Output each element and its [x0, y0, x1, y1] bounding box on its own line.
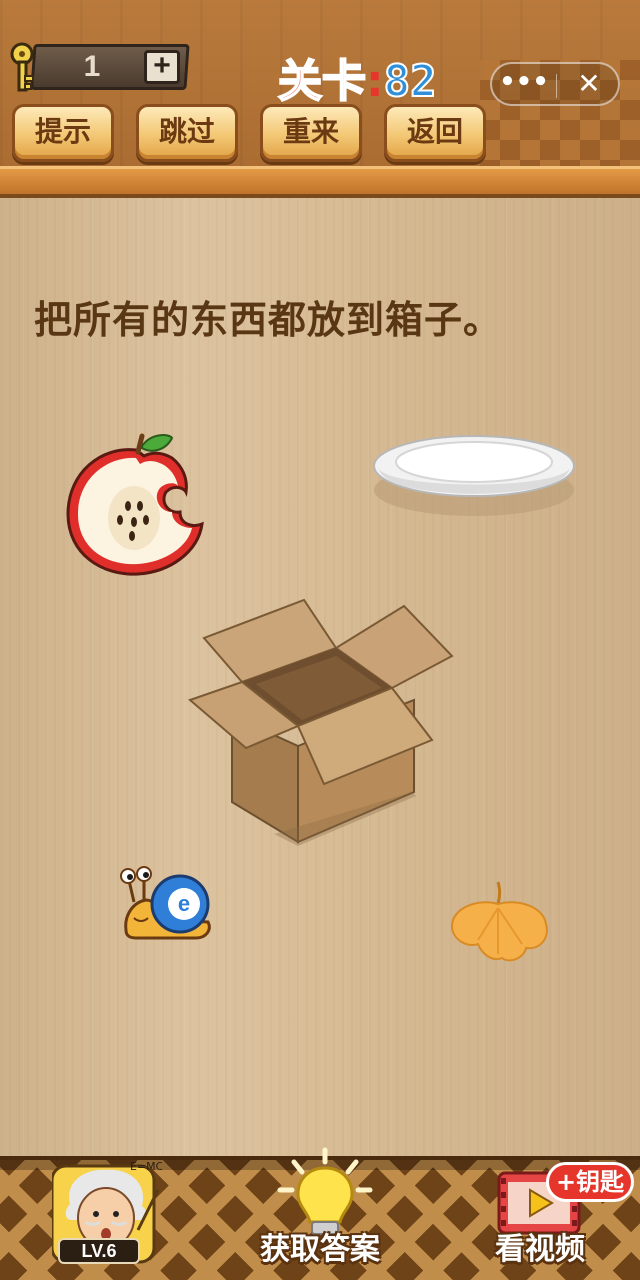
- key-reward-badge: +钥匙: [546, 1162, 634, 1202]
- level-colon: :: [366, 56, 384, 107]
- watch-video-button[interactable]: 看视频: [478, 1230, 602, 1270]
- key-icon: [10, 42, 34, 92]
- level-text: 关卡: [277, 55, 367, 108]
- formula-text: E=MC²: [130, 1160, 162, 1173]
- hint-button[interactable]: 提示: [12, 104, 114, 162]
- key-count: 1: [83, 50, 101, 83]
- add-key-button[interactable]: +: [144, 50, 180, 84]
- puzzle-question: 把所有的东西都放到箱子。: [34, 298, 503, 342]
- capsule-divider: [556, 74, 557, 98]
- svg-text:e: e: [178, 891, 190, 916]
- snail[interactable]: e: [120, 864, 214, 944]
- close-button[interactable]: ✕: [558, 64, 620, 104]
- key-counter: 1 +: [4, 38, 204, 96]
- retry-button[interactable]: 重来: [260, 104, 362, 162]
- ginkgo-leaf[interactable]: [448, 878, 552, 964]
- level-indicator: 关卡:82: [277, 55, 438, 108]
- player-level-badge: LV.6: [58, 1238, 140, 1264]
- bitten-apple[interactable]: [62, 432, 208, 580]
- more-menu-button[interactable]: •••: [492, 64, 556, 104]
- mini-program-capsule: ••• ✕: [490, 62, 620, 106]
- cardboard-box[interactable]: [186, 596, 456, 846]
- get-answer-button[interactable]: 获取答案: [248, 1230, 392, 1270]
- level-number: 82: [383, 55, 438, 108]
- back-button[interactable]: 返回: [384, 104, 486, 162]
- white-plate[interactable]: [370, 432, 576, 518]
- lightbulb-icon[interactable]: [276, 1146, 374, 1240]
- header-trim: [0, 166, 640, 198]
- skip-button[interactable]: 跳过: [136, 104, 238, 162]
- top-bar: 1 + 关卡:82 ••• ✕ 提示 跳过 重来 返回: [0, 0, 640, 198]
- toolbar: 提示 跳过 重来 返回: [12, 104, 492, 164]
